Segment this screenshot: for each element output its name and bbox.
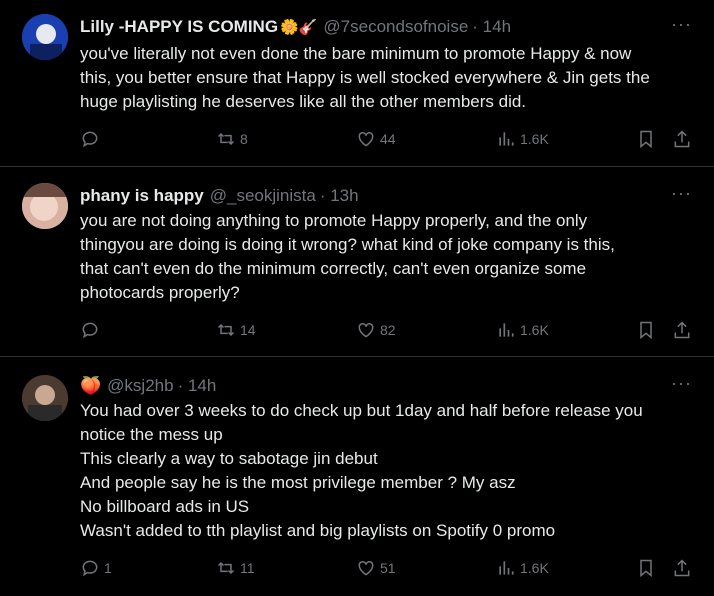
retweet-count: 11: [240, 560, 255, 576]
text-line: you've literally not even done the bare …: [80, 44, 632, 63]
author-handle[interactable]: @7secondsofnoise: [323, 17, 468, 37]
like-icon: [358, 131, 374, 147]
reply-button[interactable]: [80, 129, 100, 149]
avatar[interactable]: [22, 375, 68, 421]
tweet-3[interactable]: 🍑 @ksj2hb · 14h ··· You had over 3 weeks…: [0, 356, 714, 596]
avatar[interactable]: [22, 14, 68, 60]
text-line: This clearly a way to sabotage jin debut: [80, 449, 378, 468]
tweet-text: you are not doing anything to promote Ha…: [80, 209, 700, 305]
views-icon: [499, 132, 514, 146]
views-button[interactable]: 1.6K: [496, 558, 549, 578]
like-count: 82: [380, 322, 396, 338]
retweet-icon: [217, 323, 235, 337]
text-line: notice the mess up: [80, 425, 223, 444]
avatar[interactable]: [22, 183, 68, 229]
timestamp[interactable]: · 13h: [320, 186, 359, 206]
reply-icon: [82, 322, 98, 339]
retweet-button[interactable]: 11: [216, 558, 255, 578]
action-bar: 14 82 1.6K: [80, 320, 692, 342]
like-button[interactable]: 82: [356, 320, 396, 340]
views-count: 1.6K: [520, 560, 549, 576]
retweet-button[interactable]: 14: [216, 320, 256, 340]
text-line: huge playlisting he deserves like all th…: [80, 92, 527, 111]
tweet-text: you've literally not even done the bare …: [80, 42, 700, 114]
bookmark-icon: [640, 130, 652, 149]
text-line: thingyou are doing is doing it wrong? wh…: [80, 235, 615, 254]
retweet-icon: [217, 132, 235, 146]
text-line: And people say he is the most privilege …: [80, 473, 516, 492]
share-button[interactable]: [672, 129, 692, 149]
retweet-button[interactable]: 8: [216, 129, 248, 149]
views-button[interactable]: 1.6K: [496, 320, 549, 340]
action-bar: 1 11 51 1.6K: [80, 558, 692, 580]
share-icon: [674, 559, 690, 577]
author-emoji[interactable]: 🍑: [80, 376, 101, 396]
views-icon: [499, 561, 514, 575]
tweet-1[interactable]: Lilly -HAPPY IS COMING 🌼🎸 @7secondsofnoi…: [0, 0, 714, 166]
text-line: No billboard ads in US: [80, 497, 250, 516]
like-count: 51: [380, 560, 396, 576]
share-icon: [674, 321, 690, 339]
text-line: Wasn't added to tth playlist and big pla…: [80, 521, 556, 540]
like-count: 44: [380, 131, 396, 147]
share-icon: [674, 130, 690, 148]
reply-icon: [82, 131, 98, 148]
author-handle[interactable]: @ksj2hb: [107, 376, 173, 396]
views-icon: [499, 323, 514, 337]
author-emoji: 🌼🎸: [280, 19, 318, 36]
like-button[interactable]: 51: [356, 558, 396, 578]
views-count: 1.6K: [520, 131, 549, 147]
bookmark-icon: [640, 559, 652, 578]
share-button[interactable]: [672, 558, 692, 578]
author-name[interactable]: phany is happy: [80, 186, 204, 206]
bookmark-button[interactable]: [636, 320, 656, 340]
text-line: you are not doing anything to promote Ha…: [80, 211, 588, 230]
author-name[interactable]: Lilly -HAPPY IS COMING: [80, 17, 278, 37]
tweet-text: You had over 3 weeks to do check up but …: [80, 399, 700, 543]
timestamp[interactable]: · 14h: [178, 376, 217, 396]
bookmark-button[interactable]: [636, 558, 656, 578]
reply-icon: [82, 560, 98, 577]
like-icon: [358, 560, 374, 576]
author-handle[interactable]: @_seokjinista: [210, 186, 316, 206]
views-button[interactable]: 1.6K: [496, 129, 549, 149]
timestamp[interactable]: · 14h: [472, 17, 511, 37]
retweet-count: 8: [240, 131, 248, 147]
reply-button[interactable]: 1: [80, 558, 112, 578]
retweet-icon: [217, 561, 235, 575]
more-icon[interactable]: ···: [671, 183, 692, 204]
more-icon[interactable]: ···: [671, 373, 692, 394]
tweet-2[interactable]: phany is happy @_seokjinista · 13h ··· y…: [0, 166, 714, 356]
text-line: this, you better ensure that Happy is we…: [80, 68, 650, 87]
action-bar: 8 44 1.6K: [80, 129, 692, 151]
bookmark-icon: [640, 321, 652, 340]
reply-button[interactable]: [80, 320, 100, 340]
text-line: that can't even do the minimum correctly…: [80, 259, 587, 278]
retweet-count: 14: [240, 322, 256, 338]
text-line: photocards properly?: [80, 283, 240, 302]
like-icon: [358, 322, 374, 338]
more-icon[interactable]: ···: [671, 14, 692, 35]
like-button[interactable]: 44: [356, 129, 396, 149]
share-button[interactable]: [672, 320, 692, 340]
reply-count: 1: [104, 560, 112, 576]
bookmark-button[interactable]: [636, 129, 656, 149]
views-count: 1.6K: [520, 322, 549, 338]
text-line: You had over 3 weeks to do check up but …: [80, 401, 643, 420]
